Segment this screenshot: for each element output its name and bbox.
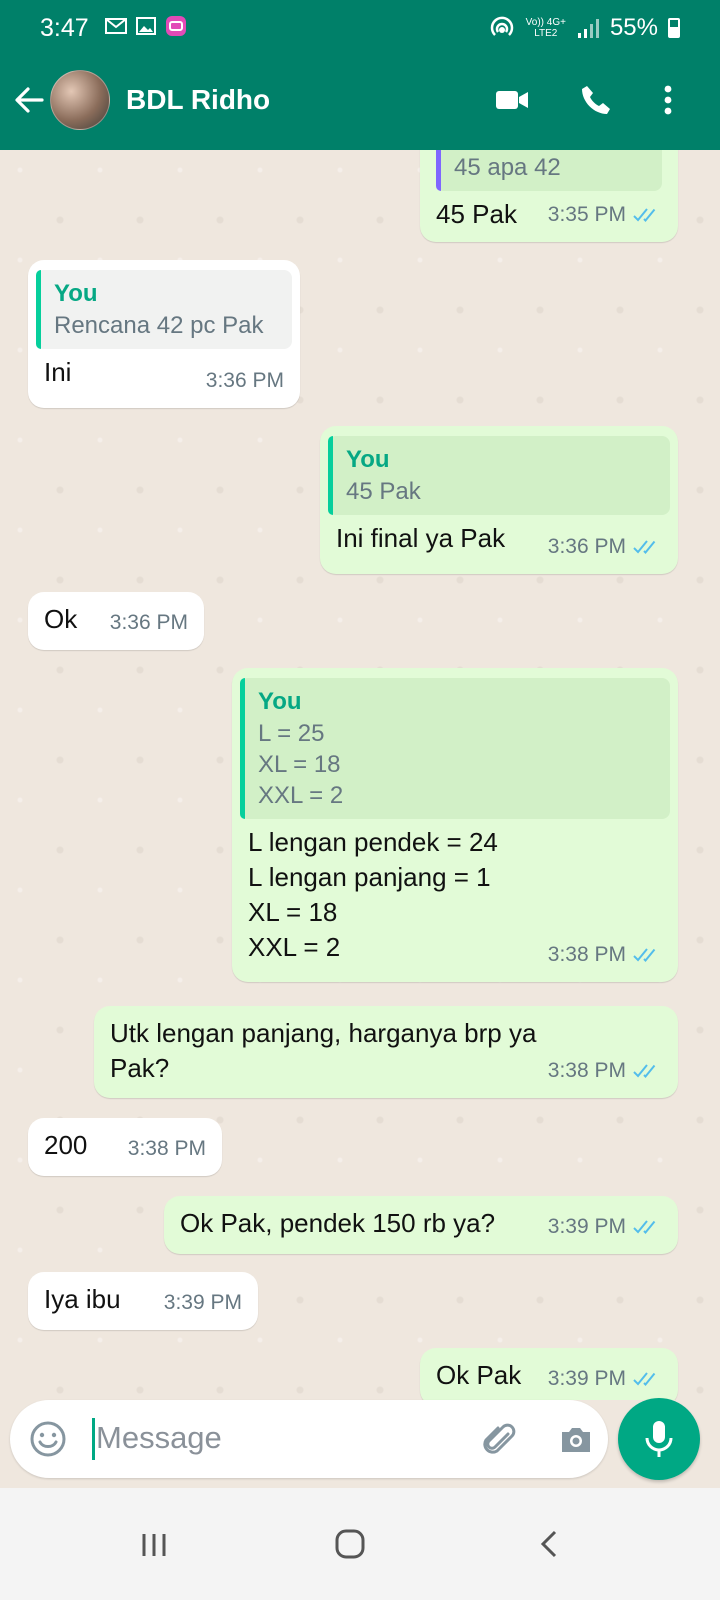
system-nav-bar [0,1488,720,1600]
message-time: 3:39 PM [547,1215,626,1238]
message-incoming[interactable]: Iya ibu 3:39 PM [28,1272,258,1330]
message-line: XL = 18 [248,897,338,927]
emoji-icon[interactable] [28,1419,68,1459]
read-ticks-icon [633,1371,656,1386]
message-meta: 3:39 PM [164,1285,242,1320]
read-ticks-icon [633,539,656,554]
quote-text: 45 Pak [346,478,421,505]
camera-icon[interactable] [556,1420,596,1460]
text-caret [92,1418,95,1460]
hotspot-icon [490,16,513,36]
back-arrow-icon[interactable] [12,83,46,117]
quote-author: You [258,688,302,715]
quoted-message[interactable]: 45 apa 42 [436,150,662,191]
message-meta: 3:36 PM [206,363,284,398]
message-line: L lengan panjang = 1 [248,862,491,892]
more-vert-icon[interactable] [650,82,686,118]
status-time: 3:47 [40,14,89,42]
message-time: 3:36 PM [205,369,284,392]
message-meta: 3:36 PM [110,605,188,640]
message-meta: 3:38 PM [128,1131,206,1166]
battery-icon [668,18,680,38]
mic-icon [645,1421,673,1457]
notification-icons [104,14,188,38]
message-time: 3:39 PM [547,1367,626,1390]
video-call-icon[interactable] [494,82,530,118]
message-meta: 3:38 PM [548,937,662,972]
quote-author: You [346,446,390,473]
message-outgoing[interactable]: 45 apa 42 45 Pak 3:35 PM [420,150,678,242]
quoted-message[interactable]: You L = 25 XL = 18 XXL = 2 [240,678,670,819]
message-line: Utk lengan panjang, harganya brp ya [110,1018,537,1048]
quoted-message[interactable]: You Rencana 42 pc Pak [36,270,292,349]
app-notification-icon [166,16,186,36]
quote-author: You [54,280,98,307]
recents-icon[interactable] [132,1524,176,1564]
message-meta: 3:35 PM [548,197,662,232]
quote-line: XXL = 2 [258,782,344,809]
battery-percent: 55% [609,14,658,41]
mic-button[interactable] [618,1398,700,1480]
gmail-icon [105,18,127,34]
message-outgoing[interactable]: You L = 25 XL = 18 XXL = 2 L lengan pend… [232,668,678,982]
message-time: 3:38 PM [127,1137,206,1160]
message-composer[interactable]: Message [10,1400,608,1478]
message-time: 3:39 PM [163,1291,242,1314]
message-meta: 3:36 PM [548,529,662,564]
app-bar: 3:47 Vo)) 4G+ LTE2 55% BDL Ridho [0,0,720,150]
quoted-message[interactable]: You 45 Pak [328,436,670,515]
signal-icon [577,19,599,38]
back-nav-icon[interactable] [528,1524,572,1564]
gallery-icon [136,17,156,35]
attach-icon[interactable] [480,1420,520,1460]
message-incoming[interactable]: 200 3:38 PM [28,1118,222,1176]
contact-avatar[interactable] [50,70,110,130]
status-right: Vo)) 4G+ LTE2 55% [488,14,680,42]
contact-name[interactable]: BDL Ridho [126,84,270,116]
phone-icon[interactable] [578,82,614,118]
quote-line: L = 25 [258,720,325,747]
message-incoming[interactable]: You Rencana 42 pc Pak Ini 3:36 PM [28,260,300,408]
message-meta: 3:39 PM [548,1209,662,1244]
message-input[interactable]: Message [96,1420,222,1456]
read-ticks-icon [633,207,656,222]
message-line: L lengan pendek = 24 [248,827,498,857]
message-time: 3:35 PM [547,203,626,226]
message-time: 3:36 PM [109,611,188,634]
message-time: 3:38 PM [547,943,626,966]
status-bar: 3:47 Vo)) 4G+ LTE2 55% [0,0,720,56]
message-outgoing[interactable]: Ok Pak 3:39 PM [420,1348,678,1400]
read-ticks-icon [633,1063,656,1078]
message-meta: 3:39 PM [548,1361,662,1396]
network-indicator: Vo)) 4G+ LTE2 [525,17,566,39]
message-meta: 3:38 PM [548,1053,662,1088]
quote-line: XL = 18 [258,751,341,778]
quote-text: Rencana 42 pc Pak [54,312,264,339]
chat-area[interactable]: 45 apa 42 45 Pak 3:35 PM You Rencana 42 … [0,150,720,1400]
read-ticks-icon [633,1219,656,1234]
message-outgoing[interactable]: Utk lengan panjang, harganya brp ya Pak?… [94,1006,678,1098]
message-outgoing[interactable]: You 45 Pak Ini final ya Pak 3:36 PM [320,426,678,574]
message-time: 3:38 PM [547,1059,626,1082]
read-ticks-icon [633,947,656,962]
message-outgoing[interactable]: Ok Pak, pendek 150 rb ya? 3:39 PM [164,1196,678,1254]
message-incoming[interactable]: Ok 3:36 PM [28,592,204,650]
message-time: 3:36 PM [547,535,626,558]
quote-text: 45 apa 42 [454,154,561,181]
home-icon[interactable] [328,1524,372,1564]
